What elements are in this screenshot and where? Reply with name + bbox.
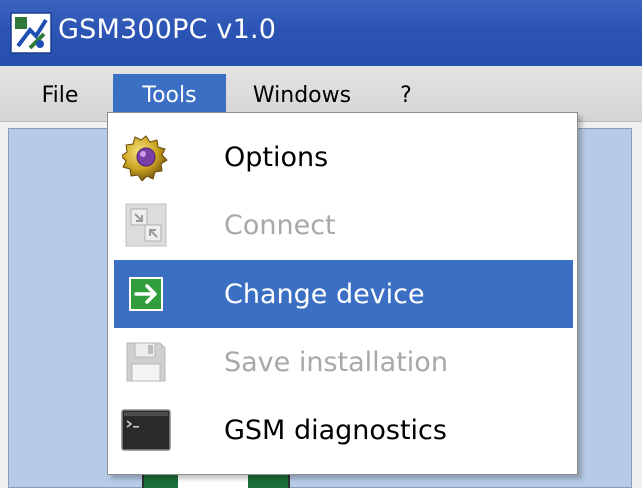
arrow-right-icon [120, 268, 172, 320]
menu-item-options[interactable]: Options [114, 123, 573, 191]
menu-item-save-installation[interactable]: Save installation [114, 328, 573, 396]
menu-item-label: GSM diagnostics [224, 414, 447, 446]
menu-windows[interactable]: Windows [234, 74, 370, 116]
menu-file[interactable]: File [22, 74, 98, 116]
title-bar[interactable]: GSM300PC v1.0 [0, 0, 642, 66]
connect-icon [120, 199, 172, 251]
menu-tools[interactable]: Tools [113, 74, 226, 116]
menu-item-gsm-diagnostics[interactable]: GSM diagnostics [114, 396, 573, 464]
floppy-disk-icon [120, 336, 172, 388]
menu-item-label: Options [224, 141, 329, 173]
window-title: GSM300PC v1.0 [58, 14, 277, 45]
terminal-icon [120, 404, 172, 456]
menu-help[interactable]: ? [384, 74, 428, 116]
menu-item-label: Connect [224, 209, 336, 241]
menu-item-change-device[interactable]: Change device [114, 260, 573, 328]
app-icon [10, 12, 52, 54]
tools-dropdown-menu: Options Connect Change device Save insta… [107, 112, 578, 475]
gear-icon [120, 131, 172, 183]
menu-item-label: Change device [224, 278, 425, 310]
menu-item-label: Save installation [224, 346, 448, 378]
menu-item-connect[interactable]: Connect [114, 191, 573, 259]
